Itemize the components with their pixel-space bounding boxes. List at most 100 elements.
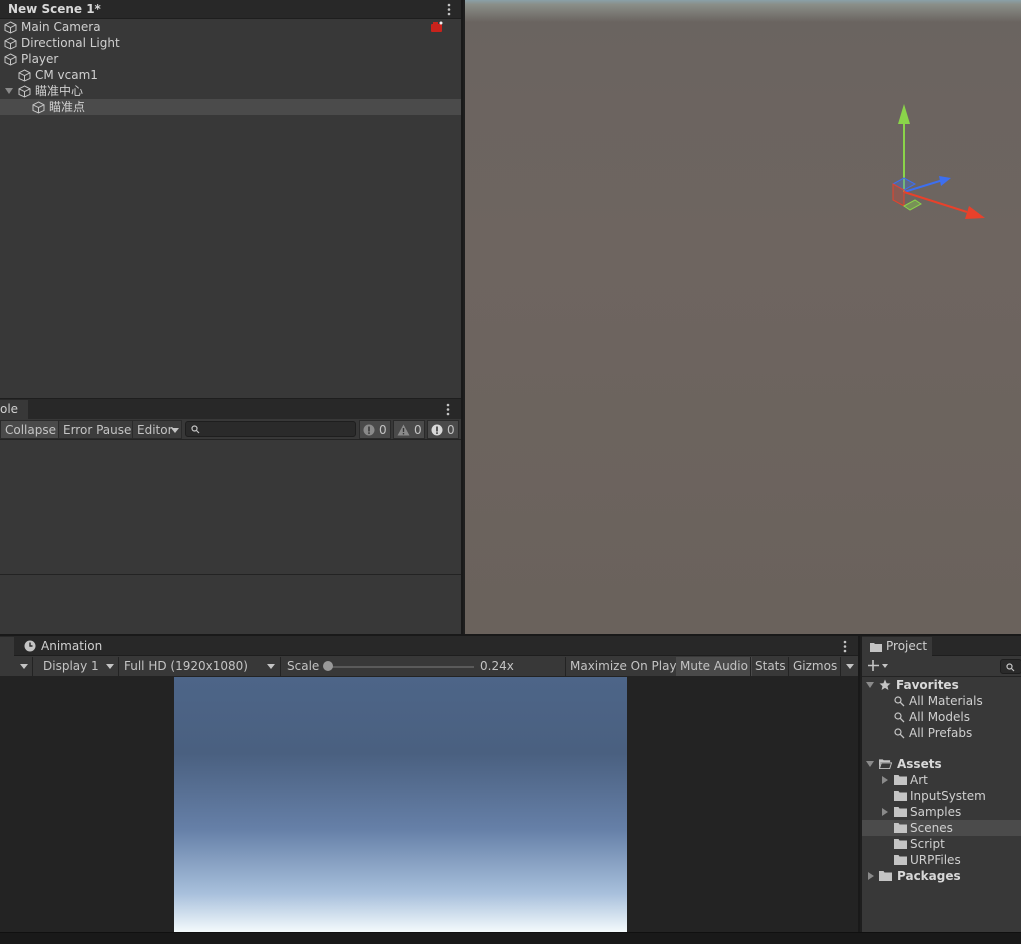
search-icon	[894, 728, 905, 739]
asset-folder-label: URPFiles	[910, 853, 961, 867]
create-plus-icon[interactable]	[868, 660, 888, 672]
game-mode-dropdown[interactable]	[0, 657, 33, 676]
expand-arrow-icon[interactable]	[882, 776, 888, 784]
folder-icon	[894, 823, 907, 833]
favorites-label: Favorites	[896, 678, 959, 692]
error-count: 0	[447, 423, 455, 437]
asset-folder-urpfiles[interactable]: URPFiles	[862, 852, 1021, 868]
project-panel: Project Favorites All Materials All Mode…	[860, 636, 1021, 932]
hierarchy-item-label: 瞄准中心	[35, 84, 84, 98]
info-icon	[363, 424, 375, 436]
favorites-header[interactable]: Favorites	[862, 677, 1021, 693]
asset-folder-label: Scenes	[910, 821, 953, 835]
asset-folder-scenes[interactable]: Scenes	[862, 820, 1021, 836]
folder-icon	[894, 775, 907, 785]
warning-count-toggle[interactable]: 0	[393, 420, 425, 439]
console-panel: ole Collapse Error Pause Editor 0 0 0	[0, 398, 461, 634]
hierarchy-item-main-camera[interactable]: Main Camera	[0, 19, 461, 35]
display-dropdown[interactable]: Display 1	[36, 657, 118, 676]
hierarchy-item-label: 瞄准点	[49, 100, 86, 114]
tab-animation[interactable]: Animation	[17, 637, 127, 656]
gameobject-icon	[18, 85, 31, 98]
game-toolbar: Display 1 Full HD (1920x1080) Scale 0.24…	[0, 656, 858, 677]
asset-folder-samples[interactable]: Samples	[862, 804, 1021, 820]
favorite-item-all-materials[interactable]: All Materials	[862, 693, 1021, 709]
search-icon	[1006, 663, 1015, 672]
scene-view[interactable]	[463, 0, 1021, 634]
expand-arrow-icon[interactable]	[5, 88, 13, 94]
project-toolbar	[862, 656, 1021, 677]
resolution-dropdown-label: Full HD (1920x1080)	[124, 659, 248, 673]
collapse-button[interactable]: Collapse	[0, 420, 61, 439]
favorite-item-all-models[interactable]: All Models	[862, 709, 1021, 725]
asset-folder-label: InputSystem	[910, 789, 986, 803]
favorite-item-label: All Materials	[909, 694, 983, 708]
folder-icon	[894, 791, 907, 801]
hierarchy-item-label: Player	[21, 52, 59, 66]
expand-arrow-icon[interactable]	[866, 761, 874, 767]
hierarchy-header: New Scene 1*	[0, 0, 461, 19]
error-icon	[431, 424, 443, 436]
hierarchy-item-cm-vcam1[interactable]: CM vcam1	[0, 67, 461, 83]
resolution-dropdown[interactable]: Full HD (1920x1080)	[118, 657, 280, 676]
scale-label: Scale	[280, 657, 319, 676]
expand-arrow-icon[interactable]	[882, 808, 888, 816]
more-options-icon[interactable]	[446, 3, 452, 16]
more-options-icon[interactable]	[842, 640, 848, 653]
star-icon	[879, 679, 891, 690]
stats-toggle[interactable]: Stats	[750, 657, 790, 676]
asset-folder-art[interactable]: Art	[862, 772, 1021, 788]
console-detail-divider[interactable]	[0, 574, 461, 575]
chevron-down-icon	[171, 428, 179, 433]
game-render-viewport[interactable]	[174, 677, 627, 932]
hierarchy-item-label: Directional Light	[21, 36, 120, 50]
asset-folder-inputsystem[interactable]: InputSystem	[862, 788, 1021, 804]
info-count-toggle[interactable]: 0	[359, 420, 391, 439]
scale-slider-handle[interactable]	[323, 661, 333, 671]
hierarchy-item-aim-point[interactable]: 瞄准点	[0, 99, 461, 115]
asset-folder-script[interactable]: Script	[862, 836, 1021, 852]
hierarchy-item-directional-light[interactable]: Directional Light	[0, 35, 461, 51]
maximize-on-play-toggle[interactable]: Maximize On Play	[565, 657, 681, 676]
expand-arrow-icon[interactable]	[868, 872, 874, 880]
tab-game[interactable]	[0, 637, 14, 656]
scene-title[interactable]: New Scene 1*	[8, 2, 101, 16]
favorite-item-label: All Models	[909, 710, 970, 724]
mute-audio-toggle[interactable]: Mute Audio	[676, 657, 752, 676]
editor-dropdown[interactable]: Editor	[132, 420, 182, 439]
hierarchy-item-aim-center[interactable]: 瞄准中心	[0, 83, 461, 99]
tab-animation-label: Animation	[41, 639, 103, 653]
folder-icon	[870, 643, 882, 652]
gizmos-dropdown[interactable]	[840, 657, 858, 676]
console-toolbar: Collapse Error Pause Editor 0 0 0	[0, 419, 461, 440]
error-pause-button[interactable]: Error Pause	[58, 420, 137, 439]
hierarchy-panel: New Scene 1* Main Camera Directional Lig…	[0, 0, 461, 398]
search-icon	[894, 712, 905, 723]
hierarchy-item-label: Main Camera	[21, 20, 101, 34]
project-search-input[interactable]	[1000, 659, 1021, 674]
hierarchy-item-label: CM vcam1	[35, 68, 98, 82]
chevron-down-icon	[846, 664, 854, 669]
gameobject-icon	[4, 53, 17, 66]
search-icon	[894, 696, 905, 707]
gameobject-icon	[18, 69, 31, 82]
scale-slider-track[interactable]	[328, 666, 474, 668]
hierarchy-item-player[interactable]: Player	[0, 51, 461, 67]
asset-folder-label: Script	[910, 837, 945, 851]
gizmos-toggle[interactable]: Gizmos	[788, 657, 841, 676]
folder-icon	[894, 839, 907, 849]
favorite-item-all-prefabs[interactable]: All Prefabs	[862, 725, 1021, 741]
console-search-input[interactable]	[185, 421, 356, 437]
tab-console[interactable]: ole	[0, 400, 28, 419]
camera-warning-icon	[430, 21, 444, 33]
assets-label: Assets	[897, 757, 942, 771]
packages-header[interactable]: Packages	[862, 868, 1021, 884]
status-bar	[0, 932, 1021, 944]
transform-gizmo[interactable]	[885, 100, 995, 230]
chevron-down-icon	[20, 664, 28, 669]
more-options-icon[interactable]	[445, 403, 451, 416]
expand-arrow-icon[interactable]	[866, 682, 874, 688]
assets-header[interactable]: Assets	[862, 756, 1021, 772]
tab-project[interactable]: Project	[862, 637, 932, 656]
error-count-toggle[interactable]: 0	[427, 420, 459, 439]
